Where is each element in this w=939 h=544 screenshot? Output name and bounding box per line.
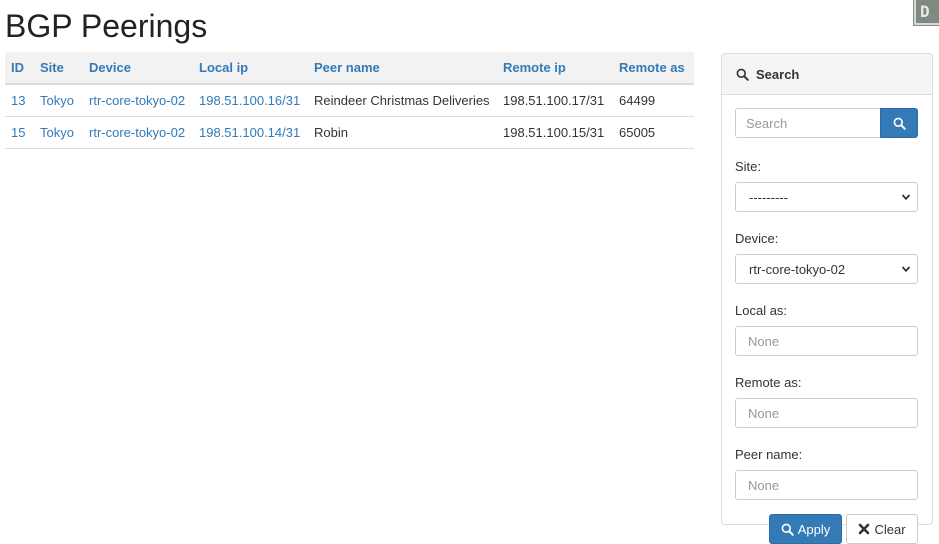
clear-button-label: Clear — [874, 521, 906, 537]
search-icon — [781, 523, 794, 536]
remote-as-label: Remote as: — [735, 375, 802, 390]
corner-badge-text: D — [916, 0, 939, 23]
chevron-down-icon — [901, 194, 911, 201]
column-header-device[interactable]: Device — [83, 52, 193, 85]
device-label: Device: — [735, 231, 779, 246]
table-row: 13 Tokyo rtr-core-tokyo-02 198.51.100.16… — [5, 84, 694, 117]
remote-as-cell: 65005 — [613, 116, 694, 149]
search-panel: Search Site: --------- Device: — [721, 53, 933, 544]
remote-ip-cell: 198.51.100.17/31 — [497, 84, 613, 117]
site-select-value: --------- — [749, 189, 788, 205]
peer-name-label: Peer name: — [735, 447, 803, 462]
column-header-remote-ip[interactable]: Remote ip — [497, 52, 613, 85]
table-header-row: ID Site Device Local ip Peer name Remote… — [5, 52, 694, 85]
local-ip-link[interactable]: 198.51.100.14/31 — [199, 125, 300, 140]
site-link[interactable]: Tokyo — [40, 125, 74, 140]
clear-button[interactable]: Clear — [846, 514, 918, 544]
search-icon — [893, 117, 906, 130]
search-icon — [736, 68, 749, 81]
local-as-input[interactable] — [735, 326, 918, 356]
search-button[interactable] — [880, 108, 918, 138]
remote-ip-cell: 198.51.100.15/31 — [497, 116, 613, 149]
search-input[interactable] — [735, 108, 880, 138]
site-field: Site: --------- — [735, 159, 918, 212]
corner-badge[interactable]: D — [913, 0, 939, 26]
search-group — [735, 108, 918, 138]
peering-id-link[interactable]: 15 — [11, 125, 25, 140]
device-select-value: rtr-core-tokyo-02 — [749, 261, 846, 277]
search-actions: Apply Clear — [735, 514, 918, 544]
site-select[interactable]: --------- — [735, 182, 918, 212]
column-header-local-ip[interactable]: Local ip — [193, 52, 308, 85]
local-as-field: Local as: — [735, 303, 918, 356]
chevron-down-icon — [901, 266, 911, 273]
remote-as-field: Remote as: — [735, 375, 918, 428]
table-row: 15 Tokyo rtr-core-tokyo-02 198.51.100.14… — [5, 116, 694, 149]
device-select[interactable]: rtr-core-tokyo-02 — [735, 254, 918, 284]
column-header-site[interactable]: Site — [34, 52, 83, 85]
peering-id-link[interactable]: 13 — [11, 93, 25, 108]
remote-as-input[interactable] — [735, 398, 918, 428]
column-header-id[interactable]: ID — [5, 52, 34, 85]
column-header-peer-name[interactable]: Peer name — [308, 52, 497, 85]
peer-name-input[interactable] — [735, 470, 918, 500]
search-panel-title: Search — [756, 66, 800, 82]
column-header-remote-as[interactable]: Remote as — [613, 52, 694, 85]
page-title: BGP Peerings — [5, 8, 208, 44]
close-icon — [859, 523, 870, 535]
apply-button-label: Apply — [797, 521, 831, 537]
search-panel-heading: Search — [722, 54, 932, 95]
apply-button[interactable]: Apply — [769, 514, 842, 544]
site-link[interactable]: Tokyo — [40, 93, 74, 108]
peer-name-cell: Robin — [308, 116, 497, 149]
device-link[interactable]: rtr-core-tokyo-02 — [89, 93, 185, 108]
peer-name-cell: Reindeer Christmas Deliveries — [308, 84, 497, 117]
site-label: Site: — [735, 159, 762, 174]
local-ip-link[interactable]: 198.51.100.16/31 — [199, 93, 300, 108]
device-link[interactable]: rtr-core-tokyo-02 — [89, 125, 185, 140]
device-field: Device: rtr-core-tokyo-02 — [735, 231, 918, 284]
peer-name-field: Peer name: — [735, 447, 918, 500]
peerings-table: ID Site Device Local ip Peer name Remote… — [5, 52, 694, 149]
local-as-label: Local as: — [735, 303, 788, 318]
remote-as-cell: 64499 — [613, 84, 694, 117]
